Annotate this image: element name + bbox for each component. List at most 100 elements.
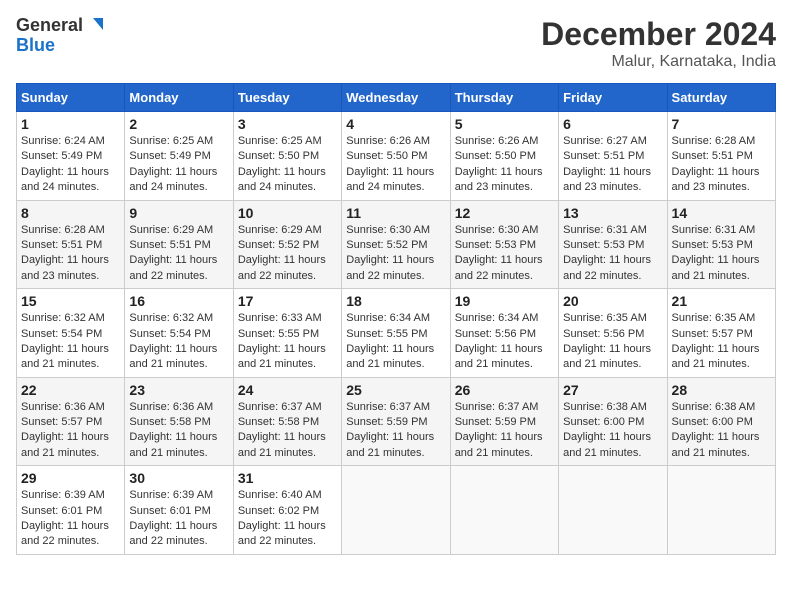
day-info: Sunrise: 6:36 AM Sunset: 5:57 PM Dayligh… bbox=[21, 400, 120, 462]
day-info: Sunrise: 6:30 AM Sunset: 5:53 PM Dayligh… bbox=[455, 223, 554, 285]
day-info: Sunrise: 6:25 AM Sunset: 5:49 PM Dayligh… bbox=[129, 134, 228, 196]
calendar-cell: 22 Sunrise: 6:36 AM Sunset: 5:57 PM Dayli… bbox=[17, 377, 125, 466]
day-number: 17 bbox=[238, 293, 337, 309]
title-block: December 2024 Malur, Karnataka, India bbox=[541, 16, 776, 71]
day-info: Sunrise: 6:39 AM Sunset: 6:01 PM Dayligh… bbox=[21, 488, 120, 550]
calendar-week-4: 22 Sunrise: 6:36 AM Sunset: 5:57 PM Dayli… bbox=[17, 377, 776, 466]
day-info: Sunrise: 6:33 AM Sunset: 5:55 PM Dayligh… bbox=[238, 311, 337, 373]
calendar-cell: 17 Sunrise: 6:33 AM Sunset: 5:55 PM Dayli… bbox=[233, 289, 341, 378]
day-info: Sunrise: 6:25 AM Sunset: 5:50 PM Dayligh… bbox=[238, 134, 337, 196]
day-info: Sunrise: 6:37 AM Sunset: 5:59 PM Dayligh… bbox=[346, 400, 445, 462]
calendar-cell: 14 Sunrise: 6:31 AM Sunset: 5:53 PM Dayli… bbox=[667, 200, 775, 289]
day-info: Sunrise: 6:39 AM Sunset: 6:01 PM Dayligh… bbox=[129, 488, 228, 550]
calendar-cell bbox=[667, 466, 775, 555]
day-number: 19 bbox=[455, 293, 554, 309]
calendar-cell: 3 Sunrise: 6:25 AM Sunset: 5:50 PM Daylig… bbox=[233, 112, 341, 201]
calendar-cell: 8Sunrise: 6:28 AM Sunset: 5:51 PM Daylig… bbox=[17, 200, 125, 289]
day-info: Sunrise: 6:32 AM Sunset: 5:54 PM Dayligh… bbox=[129, 311, 228, 373]
day-number: 10 bbox=[238, 205, 337, 221]
calendar-cell: 11 Sunrise: 6:30 AM Sunset: 5:52 PM Dayli… bbox=[342, 200, 450, 289]
calendar-cell bbox=[450, 466, 558, 555]
calendar-week-5: 29Sunrise: 6:39 AM Sunset: 6:01 PM Dayli… bbox=[17, 466, 776, 555]
day-number: 22 bbox=[21, 382, 120, 398]
calendar-cell: 5 Sunrise: 6:26 AM Sunset: 5:50 PM Daylig… bbox=[450, 112, 558, 201]
day-info: Sunrise: 6:34 AM Sunset: 5:55 PM Dayligh… bbox=[346, 311, 445, 373]
day-number: 2 bbox=[129, 116, 228, 132]
day-number: 13 bbox=[563, 205, 662, 221]
column-header-monday: Monday bbox=[125, 84, 233, 112]
location: Malur, Karnataka, India bbox=[541, 53, 776, 71]
calendar-cell: 6 Sunrise: 6:27 AM Sunset: 5:51 PM Daylig… bbox=[559, 112, 667, 201]
day-info: Sunrise: 6:35 AM Sunset: 5:57 PM Dayligh… bbox=[672, 311, 771, 373]
day-number: 15 bbox=[21, 293, 120, 309]
day-number: 23 bbox=[129, 382, 228, 398]
day-number: 21 bbox=[672, 293, 771, 309]
calendar-body: 1 Sunrise: 6:24 AM Sunset: 5:49 PM Daylig… bbox=[17, 112, 776, 555]
calendar-cell: 24 Sunrise: 6:37 AM Sunset: 5:58 PM Dayli… bbox=[233, 377, 341, 466]
calendar-cell bbox=[559, 466, 667, 555]
day-number: 12 bbox=[455, 205, 554, 221]
calendar-cell: 10Sunrise: 6:29 AM Sunset: 5:52 PM Dayli… bbox=[233, 200, 341, 289]
calendar-week-1: 1 Sunrise: 6:24 AM Sunset: 5:49 PM Daylig… bbox=[17, 112, 776, 201]
calendar-cell: 30Sunrise: 6:39 AM Sunset: 6:01 PM Dayli… bbox=[125, 466, 233, 555]
day-number: 24 bbox=[238, 382, 337, 398]
calendar-cell: 7Sunrise: 6:28 AM Sunset: 5:51 PM Daylig… bbox=[667, 112, 775, 201]
column-header-saturday: Saturday bbox=[667, 84, 775, 112]
day-number: 1 bbox=[21, 116, 120, 132]
day-info: Sunrise: 6:28 AM Sunset: 5:51 PM Dayligh… bbox=[672, 134, 771, 196]
column-header-tuesday: Tuesday bbox=[233, 84, 341, 112]
day-number: 16 bbox=[129, 293, 228, 309]
day-info: Sunrise: 6:37 AM Sunset: 5:58 PM Dayligh… bbox=[238, 400, 337, 462]
day-info: Sunrise: 6:24 AM Sunset: 5:49 PM Dayligh… bbox=[21, 134, 120, 196]
day-info: Sunrise: 6:38 AM Sunset: 6:00 PM Dayligh… bbox=[563, 400, 662, 462]
column-header-sunday: Sunday bbox=[17, 84, 125, 112]
day-number: 8 bbox=[21, 205, 120, 221]
day-info: Sunrise: 6:26 AM Sunset: 5:50 PM Dayligh… bbox=[455, 134, 554, 196]
calendar-cell: 9 Sunrise: 6:29 AM Sunset: 5:51 PM Daylig… bbox=[125, 200, 233, 289]
logo-general: General bbox=[16, 16, 83, 36]
day-number: 5 bbox=[455, 116, 554, 132]
column-header-thursday: Thursday bbox=[450, 84, 558, 112]
calendar-cell: 12 Sunrise: 6:30 AM Sunset: 5:53 PM Dayli… bbox=[450, 200, 558, 289]
day-info: Sunrise: 6:31 AM Sunset: 5:53 PM Dayligh… bbox=[672, 223, 771, 285]
calendar-cell: 2 Sunrise: 6:25 AM Sunset: 5:49 PM Daylig… bbox=[125, 112, 233, 201]
calendar-cell: 26Sunrise: 6:37 AM Sunset: 5:59 PM Dayli… bbox=[450, 377, 558, 466]
day-number: 9 bbox=[129, 205, 228, 221]
day-number: 26 bbox=[455, 382, 554, 398]
calendar-cell: 29Sunrise: 6:39 AM Sunset: 6:01 PM Dayli… bbox=[17, 466, 125, 555]
day-number: 6 bbox=[563, 116, 662, 132]
calendar-week-2: 8Sunrise: 6:28 AM Sunset: 5:51 PM Daylig… bbox=[17, 200, 776, 289]
day-number: 20 bbox=[563, 293, 662, 309]
calendar-cell: 20 Sunrise: 6:35 AM Sunset: 5:56 PM Dayli… bbox=[559, 289, 667, 378]
day-info: Sunrise: 6:29 AM Sunset: 5:51 PM Dayligh… bbox=[129, 223, 228, 285]
day-info: Sunrise: 6:38 AM Sunset: 6:00 PM Dayligh… bbox=[672, 400, 771, 462]
calendar-cell: 23Sunrise: 6:36 AM Sunset: 5:58 PM Dayli… bbox=[125, 377, 233, 466]
day-info: Sunrise: 6:32 AM Sunset: 5:54 PM Dayligh… bbox=[21, 311, 120, 373]
day-number: 14 bbox=[672, 205, 771, 221]
calendar-cell: 1 Sunrise: 6:24 AM Sunset: 5:49 PM Daylig… bbox=[17, 112, 125, 201]
calendar-cell: 27 Sunrise: 6:38 AM Sunset: 6:00 PM Dayli… bbox=[559, 377, 667, 466]
calendar-cell: 15 Sunrise: 6:32 AM Sunset: 5:54 PM Dayli… bbox=[17, 289, 125, 378]
calendar-cell bbox=[342, 466, 450, 555]
day-info: Sunrise: 6:27 AM Sunset: 5:51 PM Dayligh… bbox=[563, 134, 662, 196]
day-number: 4 bbox=[346, 116, 445, 132]
day-number: 11 bbox=[346, 205, 445, 221]
day-info: Sunrise: 6:35 AM Sunset: 5:56 PM Dayligh… bbox=[563, 311, 662, 373]
day-info: Sunrise: 6:30 AM Sunset: 5:52 PM Dayligh… bbox=[346, 223, 445, 285]
day-number: 27 bbox=[563, 382, 662, 398]
calendar-cell: 18Sunrise: 6:34 AM Sunset: 5:55 PM Dayli… bbox=[342, 289, 450, 378]
day-number: 28 bbox=[672, 382, 771, 398]
calendar-cell: 16 Sunrise: 6:32 AM Sunset: 5:54 PM Dayli… bbox=[125, 289, 233, 378]
page-header: General Blue December 2024 Malur, Karnat… bbox=[16, 16, 776, 71]
day-info: Sunrise: 6:34 AM Sunset: 5:56 PM Dayligh… bbox=[455, 311, 554, 373]
logo: General Blue bbox=[16, 16, 105, 56]
day-info: Sunrise: 6:26 AM Sunset: 5:50 PM Dayligh… bbox=[346, 134, 445, 196]
day-info: Sunrise: 6:40 AM Sunset: 6:02 PM Dayligh… bbox=[238, 488, 337, 550]
calendar-week-3: 15 Sunrise: 6:32 AM Sunset: 5:54 PM Dayli… bbox=[17, 289, 776, 378]
calendar-cell: 4 Sunrise: 6:26 AM Sunset: 5:50 PM Daylig… bbox=[342, 112, 450, 201]
calendar-cell: 21 Sunrise: 6:35 AM Sunset: 5:57 PM Dayli… bbox=[667, 289, 775, 378]
calendar-cell: 31Sunrise: 6:40 AM Sunset: 6:02 PM Dayli… bbox=[233, 466, 341, 555]
day-number: 3 bbox=[238, 116, 337, 132]
calendar-table: SundayMondayTuesdayWednesdayThursdayFrid… bbox=[16, 83, 776, 555]
calendar-cell: 19 Sunrise: 6:34 AM Sunset: 5:56 PM Dayli… bbox=[450, 289, 558, 378]
